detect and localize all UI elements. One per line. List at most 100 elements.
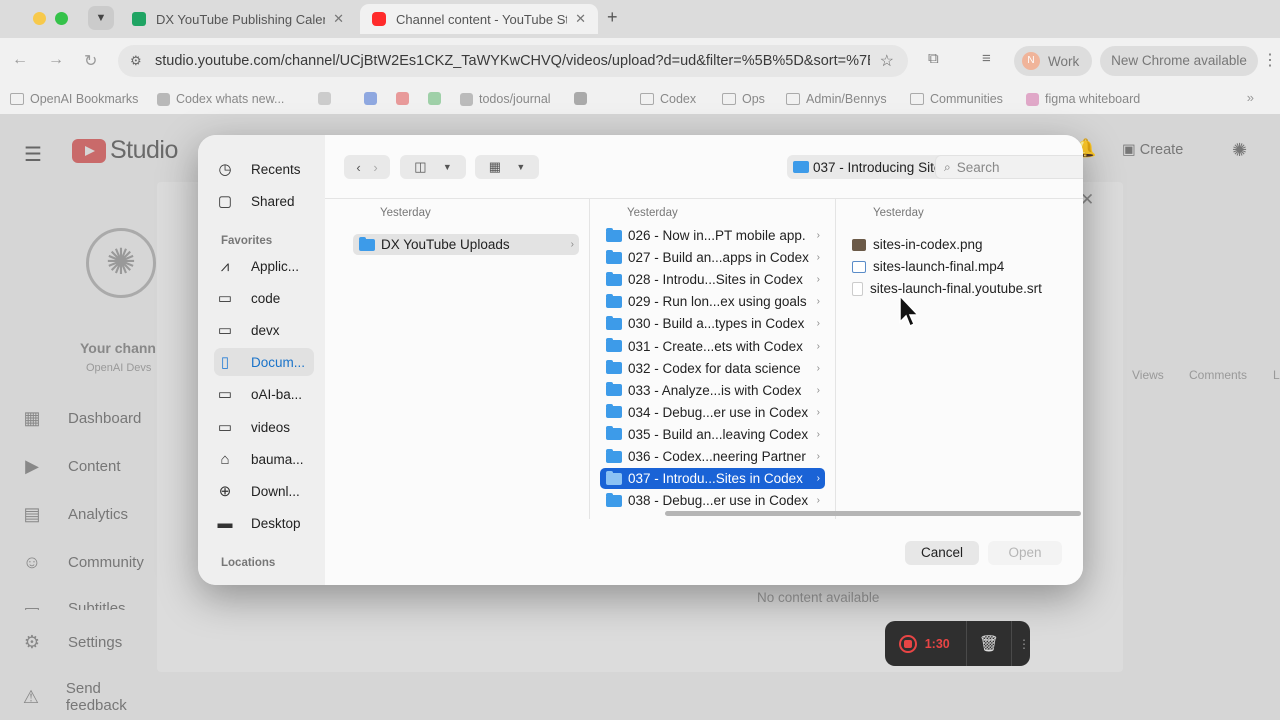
tab-channel-content[interactable]: Channel content - YouTube Studio ✕ — [360, 4, 598, 34]
sidebar-item-label: devx — [251, 322, 280, 338]
extensions-icon[interactable]: ⧉ — [928, 50, 939, 67]
bookmarks-overflow-icon[interactable]: » — [1247, 90, 1254, 105]
tab-search-button[interactable]: ▼ — [88, 6, 114, 30]
reload-icon[interactable]: ↻ — [84, 51, 97, 71]
forward-arrow-icon[interactable]: → — [48, 51, 64, 69]
tab-close-icon[interactable]: ✕ — [575, 11, 586, 27]
account-avatar-icon[interactable]: ✺ — [1232, 140, 1247, 161]
tab-close-icon[interactable]: ✕ — [333, 11, 344, 27]
sidebar-item-downloads[interactable]: ⊕ Downl... — [214, 477, 314, 505]
list-item[interactable]: 031 - Create...ets with Codex › — [600, 336, 825, 357]
list-item[interactable]: 026 - Now in...PT mobile app. › — [600, 225, 825, 246]
sidebar-item-settings[interactable]: ⚙ Settings — [20, 632, 122, 653]
bookmark-item[interactable] — [364, 92, 383, 105]
view-mode-button[interactable]: ◫ ▼ — [400, 155, 466, 179]
media-controls-icon[interactable]: ≡ — [982, 50, 991, 67]
site-info-icon[interactable]: ⚙ — [130, 53, 142, 69]
sidebar-item-applications[interactable]: ⩘ Applic... — [214, 252, 314, 280]
sidebar-item-community[interactable]: ☺ Community — [20, 552, 144, 573]
bookmark-item[interactable] — [318, 92, 337, 105]
folder-icon — [606, 470, 622, 485]
new-tab-button[interactable]: + — [607, 7, 618, 28]
trash-icon[interactable]: 🗑 — [979, 634, 999, 654]
sidebar-item-feedback[interactable]: ⚠ Send feedback — [20, 680, 157, 714]
list-item[interactable]: 029 - Run lon...ex using goals › — [600, 291, 825, 312]
sidebar-item-label: videos — [251, 419, 291, 435]
bookmark-item[interactable]: figma whiteboard — [1026, 92, 1140, 106]
subtitles-icon: ▭ — [23, 600, 41, 610]
bookmark-star-icon[interactable]: ☆ — [880, 51, 894, 71]
file-item-label: sites-in-codex.png — [873, 237, 983, 252]
tab-title: DX YouTube Publishing Calendar — [156, 11, 325, 27]
browser-column-2: Yesterday 026 - Now in...PT mobile app. ›… — [590, 199, 836, 519]
file-item[interactable]: sites-in-codex.png — [852, 234, 1072, 255]
search-input[interactable]: ⌕ Search — [935, 155, 1083, 179]
sidebar-item-documents[interactable]: ▯ Docum... — [214, 348, 314, 376]
bookmark-favicon-icon — [574, 92, 587, 105]
bookmark-item[interactable]: OpenAI Bookmarks — [10, 92, 138, 106]
bookmark-item[interactable] — [396, 92, 415, 105]
chrome-update-button[interactable]: New Chrome available — [1100, 46, 1258, 76]
file-item[interactable]: sites-launch-final.youtube.srt — [852, 278, 1072, 299]
sidebar-item-home[interactable]: ⌂ bauma... — [214, 445, 314, 473]
bookmark-item[interactable]: Codex whats new... — [157, 92, 284, 106]
bookmark-item[interactable]: Ops — [722, 92, 765, 106]
group-by-button[interactable]: ▦ ▼ — [475, 155, 539, 179]
list-item[interactable]: 033 - Analyze...is with Codex › — [600, 380, 825, 401]
chevron-down-icon: ▼ — [442, 162, 452, 172]
list-item-label: 029 - Run lon...ex using goals — [628, 294, 807, 310]
list-item[interactable]: 037 - Introdu...Sites in Codex › — [600, 468, 825, 490]
list-item[interactable]: 027 - Build an...apps in Codex › — [600, 247, 825, 268]
list-item[interactable]: 036 - Codex...neering Partner › — [600, 446, 825, 467]
sidebar-item-recents[interactable]: ◷ Recents — [214, 155, 314, 183]
chrome-menu-icon[interactable]: ⋮ — [1262, 50, 1278, 70]
open-button[interactable]: Open — [988, 541, 1062, 565]
sidebar-item-code[interactable]: ▭ code — [214, 284, 314, 312]
sidebar-item-oai-base[interactable]: ▭ oAI-ba... — [214, 380, 314, 408]
sidebar-item-label: oAI-ba... — [251, 386, 303, 402]
sidebar-item-subtitles[interactable]: ▭ Subtitles — [20, 600, 125, 610]
stop-recording-icon[interactable] — [899, 634, 917, 653]
chevron-right-icon: › — [816, 296, 820, 308]
sidebar-item-dashboard[interactable]: ▦ Dashboard — [20, 408, 141, 429]
chevron-left-icon[interactable]: ‹ — [356, 160, 360, 175]
bookmark-item[interactable]: Communities — [910, 92, 1003, 106]
sidebar-item-analytics[interactable]: ▤ Analytics — [20, 504, 128, 525]
back-arrow-icon[interactable]: ← — [12, 51, 28, 69]
sidebar-item-content[interactable]: ▶ Content — [20, 456, 120, 477]
window-zoom-button[interactable] — [55, 12, 68, 25]
sidebar-item-devx[interactable]: ▭ devx — [214, 316, 314, 344]
file-item[interactable]: sites-launch-final.mp4 — [852, 256, 1072, 277]
list-item[interactable]: 030 - Build a...types in Codex › — [600, 313, 825, 334]
list-item[interactable]: 034 - Debug...er use in Codex › — [600, 402, 825, 423]
drag-handle-icon[interactable]: ⋮ — [1018, 637, 1030, 651]
chevron-right-icon[interactable]: › — [373, 160, 377, 175]
list-item[interactable]: DX YouTube Uploads › — [353, 234, 579, 255]
url-text[interactable]: studio.youtube.com/channel/UCjBtW2Es1CKZ… — [155, 53, 870, 69]
folder-icon — [786, 93, 800, 105]
sidebar-item-videos[interactable]: ▭ videos — [214, 413, 314, 441]
list-item[interactable]: 032 - Codex for data science › — [600, 358, 825, 379]
bookmark-item[interactable]: Codex — [640, 92, 696, 106]
bookmark-item[interactable]: Admin/Bennys — [786, 92, 887, 106]
tab-publishing-calendar[interactable]: DX YouTube Publishing Calendar ✕ — [120, 4, 356, 34]
list-item[interactable]: 035 - Build an...leaving Codex › — [600, 424, 825, 445]
profile-button[interactable]: N Work — [1014, 46, 1092, 76]
chevron-right-icon: › — [816, 230, 820, 241]
bookmark-item[interactable]: todos/journal — [460, 92, 551, 106]
sidebar-item-desktop[interactable]: ▬ Desktop — [214, 509, 314, 537]
sidebar-item-shared[interactable]: ▢ Shared — [214, 187, 314, 215]
list-item[interactable]: 038 - Debug...er use in Codex › — [600, 490, 825, 511]
cancel-button[interactable]: Cancel — [905, 541, 979, 565]
create-button[interactable]: ▣ Create — [1122, 142, 1183, 158]
bookmark-item[interactable] — [574, 92, 593, 105]
bookmark-item[interactable] — [428, 92, 447, 105]
gear-icon: ⚙ — [23, 632, 41, 652]
window-minimize-button[interactable] — [33, 12, 46, 25]
sidebar-item-label: Recents — [251, 161, 301, 177]
address-bar[interactable]: ⚙ studio.youtube.com/channel/UCjBtW2Es1C… — [118, 45, 908, 77]
list-item[interactable]: 028 - Introdu...Sites in Codex › — [600, 269, 825, 290]
horizontal-scrollbar[interactable] — [665, 511, 1081, 516]
channel-avatar[interactable]: ✺ — [86, 228, 156, 298]
folder-icon — [606, 426, 622, 441]
